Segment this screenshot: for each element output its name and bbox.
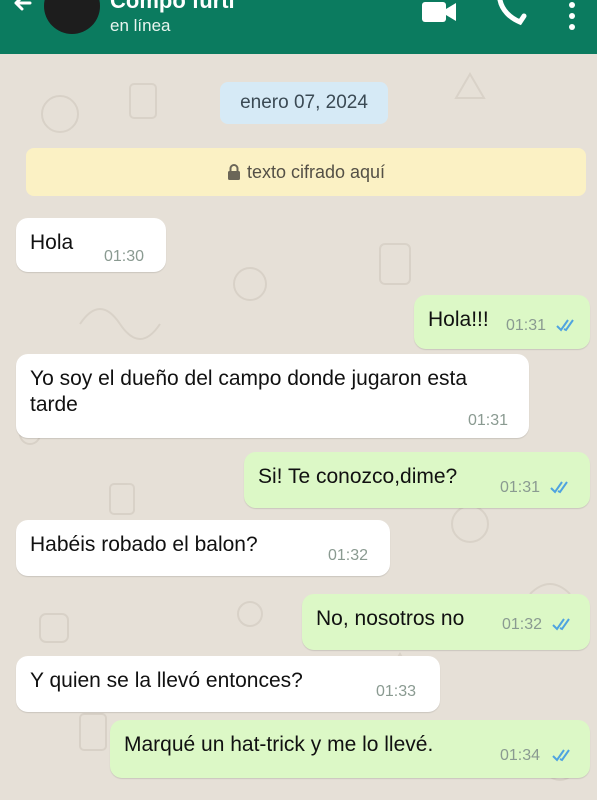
message-text: Hola!!! bbox=[428, 308, 489, 331]
message-text: Si! Te conozco,dime? bbox=[258, 465, 458, 488]
message-text: Yo soy el dueño del campo donde jugaron … bbox=[30, 367, 468, 416]
phone-icon[interactable] bbox=[494, 0, 528, 26]
message-time: 01:31 bbox=[506, 317, 547, 334]
avatar[interactable] bbox=[44, 0, 100, 34]
incoming-message[interactable]: Y quien se la llevó entonces? 01:33 bbox=[16, 656, 440, 712]
message-time: 01:33 bbox=[376, 683, 417, 700]
message-text: Hola bbox=[30, 231, 74, 254]
message-time: 01:30 bbox=[104, 248, 145, 265]
message-time: 01:32 bbox=[502, 616, 543, 633]
contact-status: en línea bbox=[110, 16, 171, 35]
incoming-message[interactable]: Habéis robado el balon? 01:32 bbox=[16, 520, 390, 576]
more-options-icon[interactable] bbox=[566, 2, 578, 32]
date-chip: enero 07, 2024 bbox=[220, 82, 388, 124]
lock-icon bbox=[227, 164, 240, 180]
chat-area[interactable]: enero 07, 2024 texto cifrado aquí Hola 0… bbox=[0, 54, 597, 800]
read-ticks-icon bbox=[552, 749, 570, 762]
read-ticks-icon bbox=[550, 481, 568, 494]
back-arrow-icon[interactable] bbox=[8, 0, 38, 30]
outgoing-message[interactable]: No, nosotros no 01:32 bbox=[302, 594, 590, 650]
video-call-icon[interactable] bbox=[420, 2, 460, 26]
encryption-notice-text: texto cifrado aquí bbox=[246, 161, 386, 182]
message-text: Marqué un hat-trick y me lo llevé. bbox=[124, 733, 434, 756]
outgoing-message[interactable]: Hola!!! 01:31 bbox=[414, 295, 590, 349]
outgoing-message[interactable]: Marqué un hat-trick y me lo llevé. 01:34 bbox=[110, 720, 590, 778]
message-time: 01:31 bbox=[500, 479, 541, 496]
incoming-message[interactable]: Hola 01:30 bbox=[16, 218, 166, 272]
read-ticks-icon bbox=[552, 618, 570, 631]
chat-header: Compo fúrtl en línea bbox=[0, 0, 597, 54]
incoming-message[interactable]: Yo soy el dueño del campo donde jugaron … bbox=[16, 354, 529, 438]
encryption-notice[interactable]: texto cifrado aquí bbox=[26, 148, 586, 196]
message-time: 01:32 bbox=[328, 547, 369, 564]
contact-name[interactable]: Compo fúrtl bbox=[110, 0, 235, 14]
message-time: 01:34 bbox=[500, 747, 541, 764]
read-ticks-icon bbox=[556, 319, 574, 332]
message-time: 01:31 bbox=[468, 412, 509, 429]
outgoing-message[interactable]: Si! Te conozco,dime? 01:31 bbox=[244, 452, 590, 508]
message-text: Habéis robado el balon? bbox=[30, 533, 258, 556]
message-text: No, nosotros no bbox=[316, 607, 465, 630]
message-text: Y quien se la llevó entonces? bbox=[30, 669, 303, 692]
